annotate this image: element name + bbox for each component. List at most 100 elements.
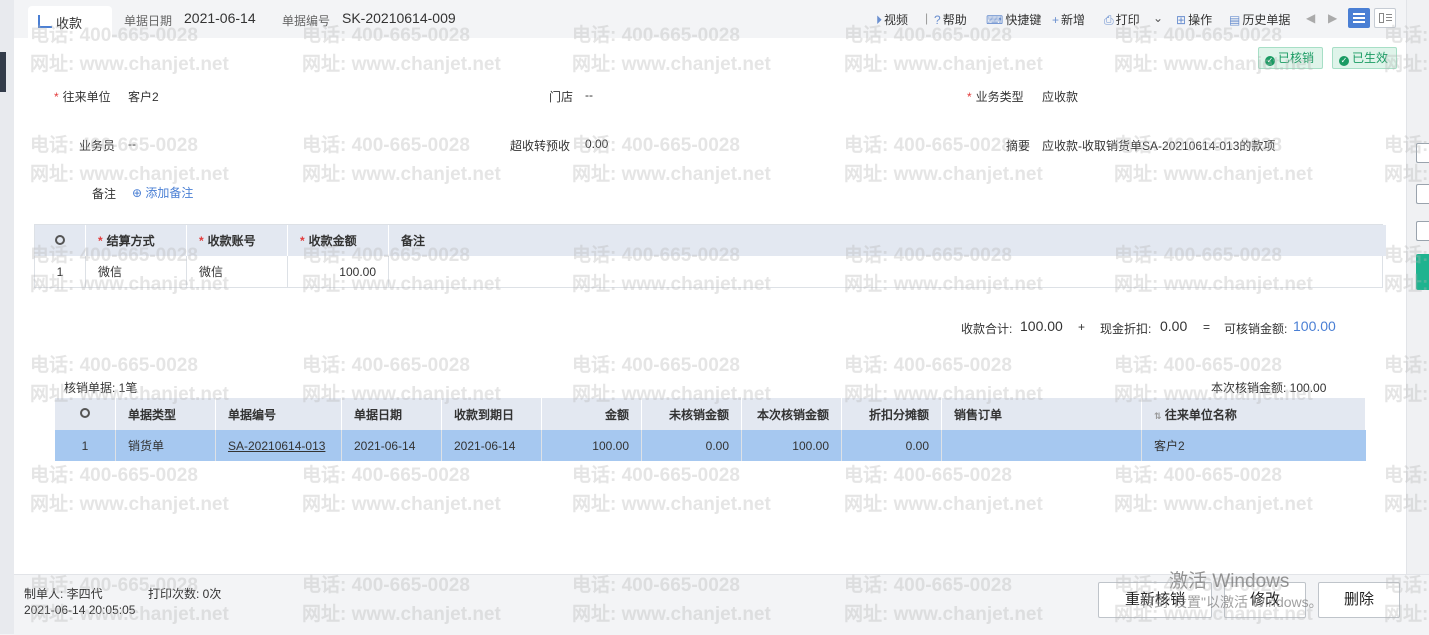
plus-icon: +	[1052, 13, 1060, 27]
store-field[interactable]: --	[585, 88, 593, 102]
doc-date-label: 单据日期	[124, 14, 173, 28]
add-button[interactable]: + 新增	[1052, 11, 1085, 28]
discount-label: 现金折扣:	[1100, 322, 1152, 336]
windows-activation-title: 激活 Windows	[1169, 571, 1290, 592]
help-icon: ?	[934, 13, 941, 27]
toolbar-divider: |	[925, 11, 929, 25]
status-badge-verified: ✓ 已核销	[1258, 47, 1324, 69]
store-label: 门店	[549, 90, 574, 104]
available-label: 可核销金额:	[1224, 322, 1288, 336]
doc-date-value: 2021-06-14	[184, 10, 256, 26]
help-button[interactable]: ? 帮助	[934, 11, 967, 28]
payment-table: * 结算方式 * 收款账号 * 收款金额 备注 1 微信 微信 100.00	[35, 225, 1387, 287]
col-doc-date: 单据日期	[341, 398, 442, 430]
row-index: 1	[35, 256, 86, 287]
partner-label: * 往来单位	[54, 90, 111, 104]
cell-method[interactable]: 微信	[85, 256, 187, 287]
status-badge-effective: ✓ 已生效	[1332, 47, 1398, 69]
check-icon: ✓	[1339, 56, 1349, 66]
col-this-verify: 本次核销金额	[741, 398, 842, 430]
cell-due-date: 2021-06-14	[441, 430, 542, 461]
print-button[interactable]: ⎙ 打印	[1104, 11, 1140, 28]
biz-type-label: * 业务类型	[967, 90, 1024, 104]
sort-icon: ⇅	[1154, 410, 1162, 421]
cell-partner: 客户2	[1141, 430, 1366, 461]
receipt-total-value: 100.00	[1020, 318, 1063, 334]
row-index: 1	[55, 430, 116, 461]
col-unverified: 未核销金额	[641, 398, 742, 430]
col-amount: 金额	[541, 398, 642, 430]
discount-value: 0.00	[1160, 318, 1188, 334]
cell-unverified: 0.00	[641, 430, 742, 461]
col-account: * 收款账号	[186, 225, 288, 256]
video-button[interactable]: ⏵ 视频	[876, 11, 908, 28]
ops-button[interactable]: ⊞ 操作	[1176, 11, 1212, 28]
cell-account[interactable]: 微信	[186, 256, 288, 287]
cell-amount[interactable]: 100.00	[287, 256, 389, 287]
doc-no-label: 单据编号	[282, 14, 331, 28]
tab-receipt[interactable]: 收款	[28, 6, 112, 38]
col-partner[interactable]: ⇅ 往来单位名称	[1141, 398, 1366, 430]
document-icon: ▤	[1229, 13, 1241, 27]
col-discount: 折扣分摊额	[841, 398, 942, 430]
list-view-icon[interactable]	[1348, 8, 1370, 28]
grid-icon: ⊞	[1176, 13, 1187, 27]
plus-circle-icon: ⊕	[132, 186, 143, 200]
verify-count: 核销单据: 1笔	[64, 381, 138, 395]
col-method: * 结算方式	[85, 225, 187, 256]
side-active-icon[interactable]	[1416, 254, 1429, 290]
cell-doc-type: 销货单	[115, 430, 216, 461]
side-note-icon[interactable]	[1416, 143, 1429, 163]
side-attach-icon[interactable]	[1416, 221, 1429, 241]
col-amount: * 收款金额	[287, 225, 389, 256]
salesman-field[interactable]: --	[128, 137, 136, 151]
col-due-date: 收款到期日	[441, 398, 542, 430]
maker-info: 制单人: 李四代	[24, 587, 103, 601]
shortcut-button[interactable]: ⌨ 快捷键	[986, 11, 1041, 28]
doc-no-value: SK-20210614-009	[342, 10, 456, 26]
print-count: 打印次数: 0次	[148, 587, 222, 601]
table-row[interactable]: 1 销货单 SA-20210614-013 2021-06-14 2021-06…	[55, 430, 1366, 461]
chart-icon	[38, 15, 52, 28]
card-view-icon[interactable]	[1374, 8, 1396, 28]
next-arrow-icon[interactable]: ▶	[1328, 11, 1337, 25]
summary-field[interactable]: 应收款-收取销货单SA-20210614-013的款项	[1042, 137, 1275, 154]
history-button[interactable]: ▤ 历史单据	[1229, 11, 1290, 28]
col-doc-type: 单据类型	[115, 398, 216, 430]
printer-icon: ⎙	[1104, 13, 1114, 27]
side-copy-icon[interactable]	[1416, 184, 1429, 204]
col-sales-order: 销售订单	[941, 398, 1142, 430]
keyboard-icon: ⌨	[986, 13, 1004, 27]
receipt-total-label: 收款合计:	[961, 322, 1013, 336]
equals-sign: =	[1203, 320, 1211, 334]
biz-type-field[interactable]: 应收款	[1042, 88, 1078, 105]
tab-receipt-label: 收款	[56, 16, 83, 31]
cell-discount: 0.00	[841, 430, 942, 461]
col-doc-no: 单据编号	[215, 398, 342, 430]
remark-label: 备注	[92, 187, 117, 201]
over-receive-label: 超收转预收	[510, 139, 571, 153]
doc-no-link[interactable]: SA-20210614-013	[215, 430, 342, 461]
col-remark: 备注	[388, 225, 1387, 256]
print-dropdown-chevron-down-icon[interactable]: ⌄	[1153, 11, 1163, 25]
cell-doc-date: 2021-06-14	[341, 430, 442, 461]
table-settings-gear-icon[interactable]	[35, 225, 86, 256]
check-icon: ✓	[1265, 56, 1275, 66]
timestamp: 2021-06-14 20:05:05	[24, 603, 136, 617]
windows-activation-hint: 转到"设置"以激活 Windows。	[1140, 594, 1323, 610]
prev-arrow-icon[interactable]: ◀	[1306, 11, 1315, 25]
cell-this-verify[interactable]: 100.00	[741, 430, 842, 461]
available-value: 100.00	[1293, 318, 1336, 334]
delete-button[interactable]: 删除	[1318, 582, 1400, 618]
left-strip	[0, 0, 14, 634]
over-receive-field[interactable]: 0.00	[585, 137, 608, 151]
add-remark-link[interactable]: ⊕ 添加备注	[132, 184, 193, 201]
table-row[interactable]: 1 微信 微信 100.00	[35, 256, 1387, 287]
plus-sign: +	[1078, 320, 1086, 334]
partner-field[interactable]: 客户2	[128, 88, 159, 105]
salesman-label: 业务员	[79, 139, 116, 153]
summary-label: 摘要	[1006, 139, 1031, 153]
cell-remark[interactable]	[389, 256, 1387, 287]
verify-table: 单据类型 单据编号 单据日期 收款到期日 金额 未核销金额 本次核销金额 折扣分…	[55, 398, 1366, 461]
verify-settings-gear-icon[interactable]	[55, 398, 116, 430]
